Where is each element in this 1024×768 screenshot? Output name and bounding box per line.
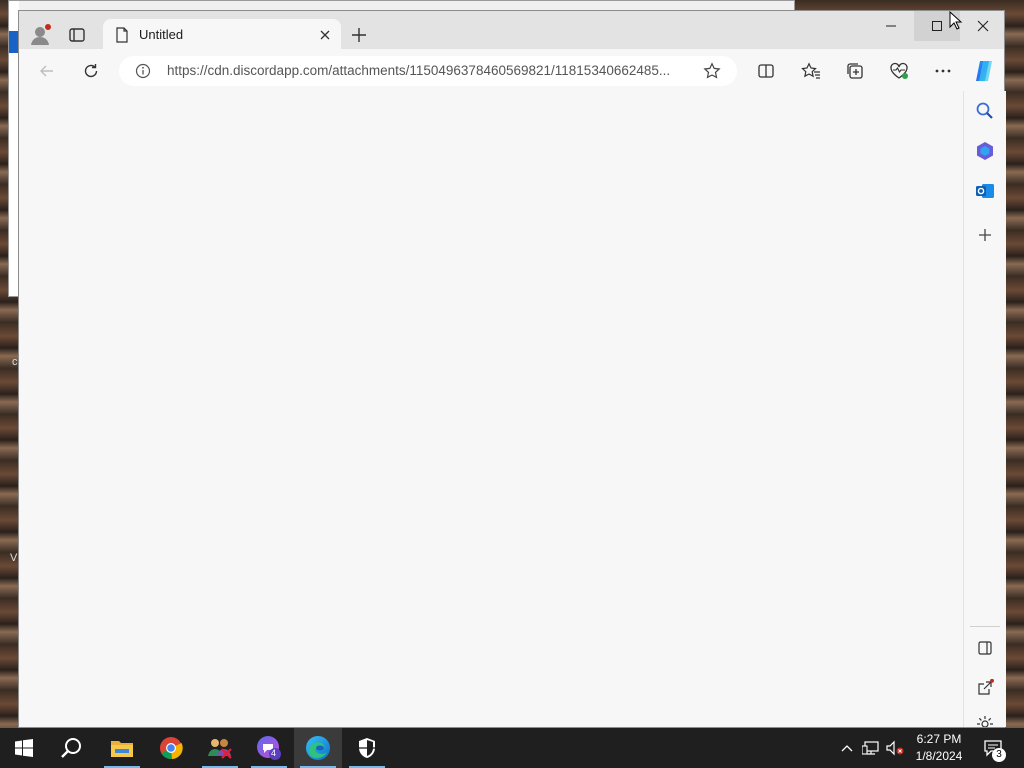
maximize-icon <box>932 21 942 31</box>
sidebar-m365-button[interactable] <box>973 139 997 163</box>
clock-date: 1/8/2024 <box>915 749 963 763</box>
chrome-icon <box>160 737 183 760</box>
profile-icon <box>31 24 51 45</box>
close-window-button[interactable] <box>960 11 1006 41</box>
minimize-button[interactable] <box>868 11 914 41</box>
notification-badge-count: 4 <box>271 748 277 758</box>
settings-and-more-button[interactable] <box>931 59 955 83</box>
chat-app-taskbar-item[interactable]: 4 <box>245 728 293 768</box>
file-explorer-taskbar-item[interactable] <box>98 728 146 768</box>
favorites-icon <box>801 62 820 79</box>
close-tab-icon[interactable] <box>317 27 333 43</box>
url-text[interactable]: https://cdn.discordapp.com/attachments/1… <box>167 63 670 78</box>
close-icon <box>977 20 989 32</box>
heart-pulse-icon <box>890 62 908 79</box>
favorite-star-icon[interactable] <box>703 62 721 80</box>
gear-icon <box>977 716 993 727</box>
open-external-button[interactable] <box>973 676 997 700</box>
browser-essentials-button[interactable] <box>887 59 911 83</box>
external-link-icon <box>978 679 994 695</box>
plus-icon <box>979 229 991 241</box>
profile-button[interactable] <box>29 23 53 47</box>
search-icon <box>61 738 81 758</box>
new-tab-button[interactable] <box>349 25 369 45</box>
show-hidden-icons-button[interactable] <box>837 728 857 768</box>
sidebar-outlook-button[interactable] <box>973 179 997 203</box>
network-icon <box>862 741 879 755</box>
site-info-icon[interactable] <box>135 63 151 79</box>
split-screen-icon <box>758 64 774 78</box>
tab-title: Untitled <box>139 27 184 42</box>
edge-sidebar <box>963 91 1006 727</box>
favorites-button[interactable] <box>799 59 823 83</box>
refresh-icon <box>84 64 98 78</box>
chrome-taskbar-item[interactable] <box>147 728 195 768</box>
action-center-button[interactable]: 3 <box>978 728 1008 768</box>
collections-icon <box>847 63 863 79</box>
notification-count-badge: 3 <box>992 748 1006 762</box>
network-status-button[interactable] <box>860 728 882 768</box>
clock-time: 6:27 PM <box>916 732 962 746</box>
back-button[interactable] <box>35 59 59 83</box>
taskbar: 4 6:27 PM 1/8/2024 3 <box>0 728 1024 768</box>
windows-logo-icon <box>15 739 33 757</box>
copilot-icon <box>976 61 992 81</box>
hide-sidebar-button[interactable] <box>973 636 997 660</box>
sidebar-search-button[interactable] <box>973 99 997 123</box>
copilot-button[interactable] <box>972 59 996 83</box>
volume-muted-icon <box>886 740 904 756</box>
search-icon <box>976 102 993 119</box>
shield-icon <box>359 738 375 758</box>
document-icon <box>116 27 128 43</box>
edge-icon <box>306 736 330 760</box>
chat-app-icon <box>257 736 281 760</box>
search-button[interactable] <box>48 728 96 768</box>
clock[interactable]: 6:27 PM 1/8/2024 <box>908 731 970 765</box>
sidebar-add-button[interactable] <box>973 223 997 247</box>
sidebar-divider <box>970 626 1000 627</box>
minimize-icon <box>886 25 896 27</box>
back-arrow-icon <box>40 65 53 77</box>
chevron-up-icon <box>841 745 853 752</box>
navigation-toolbar: https://cdn.discordapp.com/attachments/1… <box>19 51 1004 91</box>
split-screen-button[interactable] <box>754 59 778 83</box>
microsoft-365-icon <box>977 142 993 160</box>
tab-actions-icon <box>69 28 85 42</box>
tab-actions-button[interactable] <box>67 25 87 45</box>
outlook-icon <box>976 184 994 198</box>
more-icon <box>935 69 951 73</box>
edge-taskbar-item[interactable] <box>294 728 342 768</box>
sidebar-settings-button[interactable] <box>973 715 997 727</box>
page-content-area[interactable] <box>19 91 963 727</box>
address-bar[interactable]: https://cdn.discordapp.com/attachments/1… <box>119 56 737 86</box>
collections-button[interactable] <box>843 59 867 83</box>
desktop-text-fragment: c <box>12 356 18 368</box>
volume-button[interactable] <box>884 728 906 768</box>
plus-icon <box>352 28 366 42</box>
refresh-button[interactable] <box>79 59 103 83</box>
edge-browser-window: Untitled https://cdn.discordapp.com/atta… <box>18 10 1006 728</box>
people-app-taskbar-item[interactable] <box>196 728 244 768</box>
mouse-cursor-icon <box>949 11 963 30</box>
tab-untitled[interactable]: Untitled <box>103 19 341 51</box>
people-app-icon <box>208 739 232 759</box>
title-bar: Untitled <box>19 11 1006 51</box>
folder-icon <box>111 741 133 757</box>
start-button[interactable] <box>0 728 48 768</box>
sidebar-panel-icon <box>978 641 992 655</box>
security-taskbar-item[interactable] <box>343 728 391 768</box>
desktop-text-fragment: V <box>10 552 18 564</box>
